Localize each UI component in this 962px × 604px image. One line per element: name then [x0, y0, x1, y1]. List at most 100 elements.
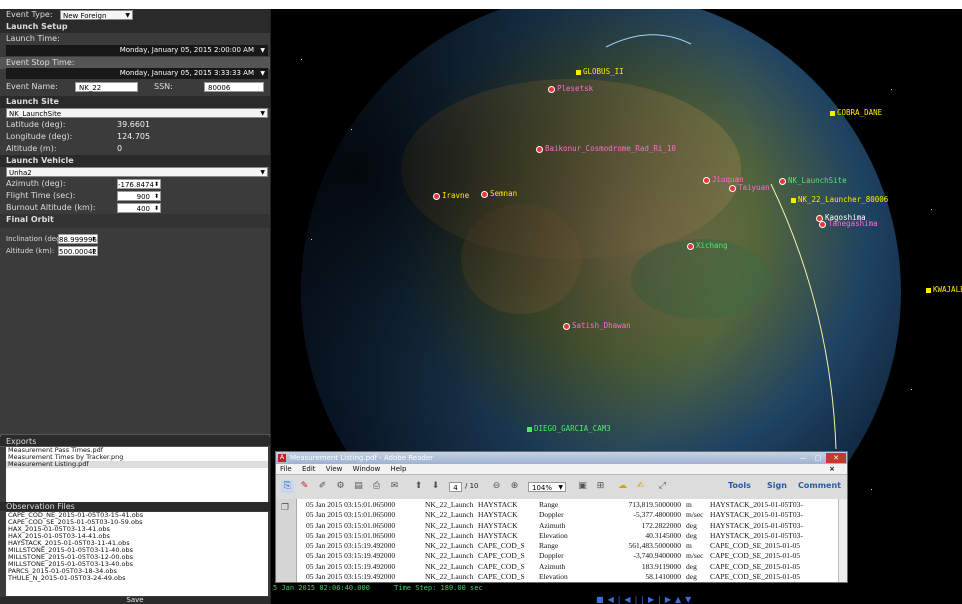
sensor-diego[interactable]: DIEGO_GARCIA_CAM3 [527, 424, 611, 433]
list-item[interactable]: Measurement Times by Tracker.png [6, 454, 268, 461]
sensor-label: COBRA_DANE [837, 108, 883, 117]
sensor-launcher[interactable]: NK_22_Launcher_80006 [791, 195, 888, 204]
sign-button[interactable]: Sign [767, 481, 787, 490]
event-stop-picker[interactable]: Monday, January 05, 2015 3:33:33 AM ▼ [6, 68, 268, 79]
zoom-select[interactable]: 104% ▼ [528, 482, 566, 492]
list-item[interactable]: Measurement Pass Times.pdf [6, 447, 268, 454]
event-name-label: Event Name: [6, 82, 58, 91]
event-type-dropdown[interactable]: New Foreign Launch ▼ [60, 10, 133, 30]
tools-button[interactable]: Tools [728, 481, 751, 490]
list-item[interactable]: MILLSTONE_2015-01-05T03-12-00.obs [6, 554, 268, 561]
launch-time-picker[interactable]: Monday, January 05, 2015 2:00:00 AM ▼ [6, 45, 268, 56]
site-semnan[interactable]: Semnan [481, 189, 517, 198]
speed-up-icon[interactable]: ▲ [675, 595, 685, 604]
settings-icon[interactable]: ⚙ [334, 480, 347, 493]
burnout-spinner[interactable]: 400 ⬍ [117, 203, 161, 213]
site-taiyuan[interactable]: Taiyuan [729, 183, 770, 192]
step-back-icon[interactable]: ◀| [608, 595, 625, 604]
spin-arrows-icon[interactable]: ⬍ [91, 247, 96, 257]
sensor-globus[interactable]: GLOBUS_II [576, 67, 624, 76]
table-row: 05 Jan 2015 03:15:19.492000 NK_22_Launch… [306, 572, 834, 582]
highlight-icon[interactable]: ✍ [634, 480, 647, 493]
spin-arrows-icon[interactable]: ⬍ [154, 180, 159, 190]
expand-icon[interactable]: ⤢ [656, 480, 669, 493]
stop-icon[interactable]: ■ [596, 595, 608, 604]
pause-icon[interactable]: || [635, 595, 648, 604]
menu-edit[interactable]: Edit [302, 465, 316, 473]
comment-button[interactable]: Comment [798, 481, 841, 490]
sensor-kwajalein[interactable]: KWAJALE [926, 285, 962, 294]
menu-window[interactable]: Window [353, 465, 381, 473]
flight-time-spinner[interactable]: 900 ⬍ [117, 191, 161, 201]
play-back-icon[interactable]: ◀ [624, 595, 634, 604]
spin-arrows-icon[interactable]: ⬍ [91, 235, 96, 245]
list-item[interactable]: MILLSTONE_2015-01-05T03-11-40.obs [6, 547, 268, 554]
menu-help[interactable]: Help [390, 465, 406, 473]
page-number-input[interactable]: 4 [449, 482, 462, 492]
open-icon[interactable]: ✎ [298, 480, 311, 493]
zoom-out-icon[interactable]: ⊖ [490, 480, 503, 493]
pdf-scrollbar[interactable] [838, 499, 847, 582]
save-button[interactable]: Save [0, 597, 270, 604]
observation-files-list: CAPE_COD_NE_2015-01-05T03-15-41.obs CAPE… [6, 512, 268, 596]
spin-arrows-icon[interactable]: ⬍ [154, 204, 159, 214]
inclination-spinner[interactable]: 88.999996 ⬍ [58, 234, 98, 244]
azimuth-spinner[interactable]: -176.8474 ⬍ [117, 179, 161, 189]
event-name-input[interactable]: NK_22 [75, 82, 138, 92]
site-tanegashima[interactable]: Tanegashima [819, 219, 878, 228]
next-page-icon[interactable]: ⬇ [429, 480, 442, 493]
list-item[interactable]: CAPE_COD_NE_2015-01-05T03-15-41.obs [6, 512, 268, 519]
close-document-icon[interactable]: × [829, 464, 835, 474]
site-plesetsk[interactable]: Plesetsk [548, 84, 593, 93]
orbit-altitude-spinner[interactable]: 500.00042 ⬍ [58, 246, 98, 256]
site-iravne[interactable]: Iravne [433, 191, 469, 200]
site-baikonur[interactable]: Baikonur_Cosmodrome_Rad_Ri_10 [536, 144, 676, 153]
site-nk-launchsite[interactable]: NK_LaunchSite [779, 176, 847, 185]
azimuth-value: -176.8474 [118, 181, 154, 189]
list-item[interactable]: MILLSTONE_2015-01-05T03-13-40.obs [6, 561, 268, 568]
launch-setup-header: Launch Setup [0, 21, 270, 33]
list-item[interactable]: HAX_2015-01-05T03-14-41.obs [6, 533, 268, 540]
list-item[interactable]: CAPE_COD_SE_2015-01-05T03-10-59.obs [6, 519, 268, 526]
minimize-button[interactable]: — [796, 453, 810, 463]
maximize-button[interactable]: □ [811, 453, 825, 463]
play-icon[interactable]: ▶ [648, 595, 658, 604]
step-forward-icon[interactable]: |▶ [658, 595, 675, 604]
spin-arrows-icon[interactable]: ⬍ [154, 192, 159, 202]
star [931, 209, 932, 210]
previous-page-icon[interactable]: ⬆ [412, 480, 425, 493]
menu-file[interactable]: File [280, 465, 292, 473]
list-item[interactable]: PARCS_2015-01-05T03-18-34.obs [6, 568, 268, 575]
site-satish[interactable]: Satish_Dhawan [563, 321, 631, 330]
cell-target: NK_22_Launch [425, 561, 474, 571]
cell-unit: deg [686, 572, 697, 582]
list-item[interactable]: HAX_2015-01-05T03-13-41.obs [6, 526, 268, 533]
sensor-cobra[interactable]: COBRA_DANE [830, 108, 882, 117]
fit-page-icon[interactable]: ▣ [576, 480, 589, 493]
save-icon[interactable]: ▤ [352, 480, 365, 493]
zoom-in-icon[interactable]: ⊕ [508, 480, 521, 493]
cell-value: 713,819.5000000 [628, 500, 682, 509]
close-button[interactable]: ✕ [826, 453, 846, 463]
ssn-input[interactable]: 80006 [204, 82, 264, 92]
list-item[interactable]: Measurement Listing.pdf [6, 461, 268, 468]
list-item[interactable]: HAYSTACK_2015-01-05T03-11-41.obs [6, 540, 268, 547]
pages-icon[interactable]: ❐ [281, 503, 289, 513]
final-orbit-title: Final Orbit [6, 215, 54, 224]
edit-icon[interactable]: ✐ [316, 480, 329, 493]
print-icon[interactable]: ⎙ [370, 480, 383, 493]
launch-vehicle-dropdown[interactable]: Unha2 ▼ [6, 167, 268, 177]
launch-site-dropdown[interactable]: NK_LaunchSite ▼ [6, 108, 268, 118]
menu-view[interactable]: View [326, 465, 343, 473]
speed-down-icon[interactable]: ▼ [685, 595, 695, 604]
adobe-reader-icon: A [278, 454, 286, 462]
burnout-row: Burnout Altitude (km): 400 ⬍ [0, 202, 270, 214]
site-xichang[interactable]: Xichang [687, 241, 728, 250]
email-icon[interactable]: ✉ [388, 480, 401, 493]
create-pdf-icon[interactable]: ⎘ [281, 480, 294, 493]
ssn-label: SSN: [154, 82, 173, 91]
list-item[interactable]: THULE_N_2015-01-05T03-24-49.obs [6, 575, 268, 582]
fit-width-icon[interactable]: ⊞ [594, 480, 607, 493]
cell-file: HAYSTACK_2015-01-05T03- [710, 510, 803, 520]
comment-icon[interactable]: ☁ [616, 480, 629, 493]
